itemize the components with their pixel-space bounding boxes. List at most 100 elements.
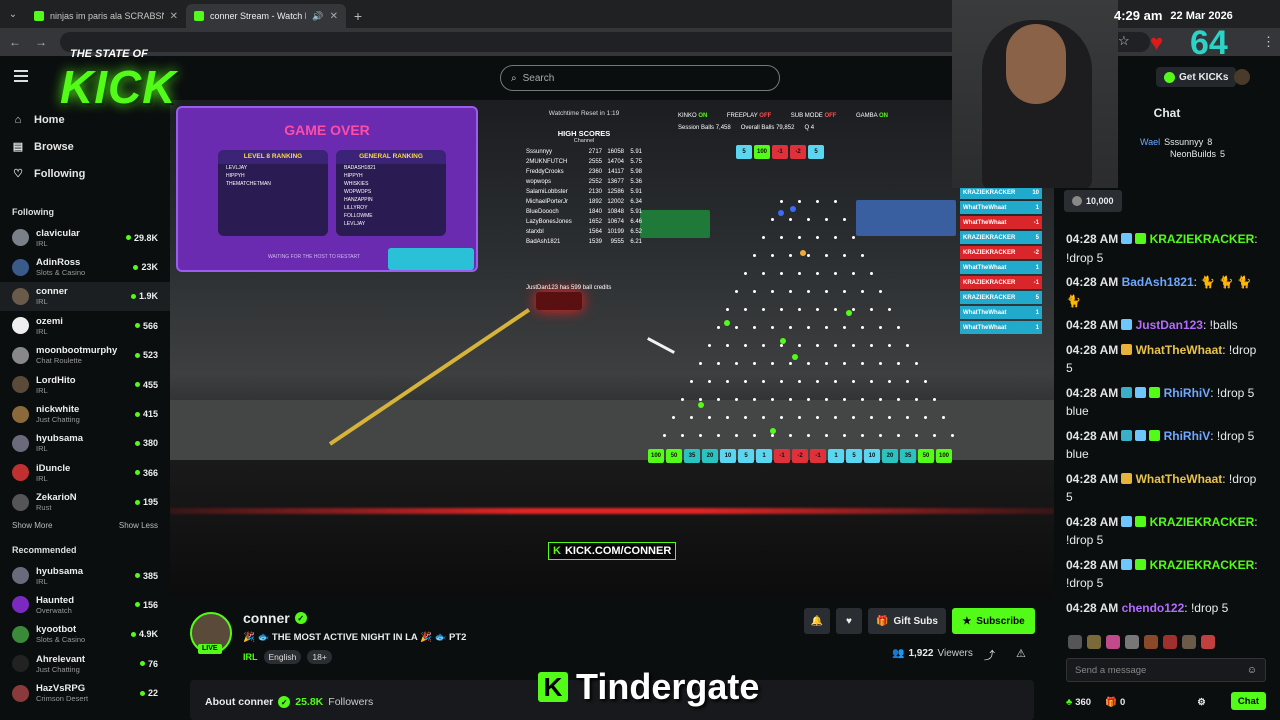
- hamburger-icon[interactable]: [14, 70, 28, 82]
- points-value[interactable]: 360: [1075, 697, 1091, 708]
- close-icon[interactable]: ✕: [330, 11, 338, 22]
- notification-bell-button[interactable]: 🔔: [804, 608, 830, 634]
- emoji-icon[interactable]: ☺: [1247, 665, 1257, 676]
- back-icon[interactable]: ←: [4, 31, 26, 53]
- get-kicks-button[interactable]: Get KICKs: [1156, 67, 1237, 87]
- channel-meta: conner IRL: [36, 286, 131, 306]
- general-ranking-header: GENERAL RANKING: [336, 150, 446, 164]
- high-score-cell: BadAsh1821: [526, 239, 561, 245]
- emote-icon[interactable]: [1144, 635, 1158, 649]
- plinko-peg: [915, 398, 918, 401]
- speaker-icon[interactable]: 🔊: [312, 11, 323, 22]
- star-icon[interactable]: ☆: [1118, 33, 1130, 49]
- plinko-peg: [789, 398, 792, 401]
- streamer-name[interactable]: conner: [243, 610, 290, 626]
- tag-mature[interactable]: 18+: [307, 650, 332, 664]
- chat-username[interactable]: WhatTheWhaat: [1136, 343, 1223, 357]
- high-score-cell: SalamiLobbster: [526, 189, 568, 195]
- chat-input[interactable]: [1075, 664, 1247, 676]
- report-icon[interactable]: ⚠: [1016, 647, 1026, 660]
- search-input[interactable]: [522, 72, 763, 84]
- plinko-peg: [726, 416, 729, 419]
- sidebar-channel-moonbootmurphy[interactable]: moonbootmurphy Chat Roulette 523: [0, 341, 170, 370]
- sidebar-channel-ozemi[interactable]: ozemi IRL 566: [0, 311, 170, 340]
- tag-language[interactable]: English: [263, 650, 302, 664]
- plinko-ball: [770, 428, 776, 434]
- follow-heart-button[interactable]: ♥: [836, 608, 862, 634]
- emote-icon[interactable]: [1106, 635, 1120, 649]
- sidebar-channel-hyubsama[interactable]: hyubsama IRL 385: [0, 561, 170, 590]
- sidebar-channel-hazvsrpg[interactable]: HazVsRPG Crimson Desert 22: [0, 678, 170, 707]
- viewer-count: 29.8K: [126, 233, 158, 243]
- menu-icon[interactable]: ⋮: [1262, 34, 1275, 50]
- show-more-button[interactable]: Show More: [12, 521, 52, 530]
- emote-icon[interactable]: [1087, 635, 1101, 649]
- close-icon[interactable]: ✕: [170, 11, 178, 22]
- sidebar-channel-haunted[interactable]: Haunted Overwatch 156: [0, 590, 170, 619]
- chat-username[interactable]: WhatTheWhaat: [1136, 472, 1223, 486]
- emote-icon[interactable]: [1163, 635, 1177, 649]
- high-score-cell: starxbl: [526, 229, 544, 235]
- tab-search-icon[interactable]: ⌄: [0, 0, 26, 28]
- avatar: [12, 684, 29, 702]
- chat-username[interactable]: KRAZIEKRACKER: [1150, 558, 1255, 572]
- sidebar-channel-lordhito[interactable]: LordHito IRL 455: [0, 370, 170, 399]
- chat-username[interactable]: JustDan123: [1136, 318, 1203, 332]
- stream-info: LIVE conner ✓ 🎉 🐟 THE MOST ACTIVE NIGHT …: [170, 598, 1054, 720]
- search-bar[interactable]: ⌕: [500, 65, 780, 91]
- drop-event-user: WhatTheWhaat: [963, 219, 1007, 226]
- avatar: [12, 625, 29, 643]
- channel-category: Crimson Desert: [36, 694, 89, 704]
- channel-category: IRL: [36, 473, 48, 483]
- sidebar-channel-ahrelevant[interactable]: Ahrelevant Just Chatting 76: [0, 649, 170, 678]
- sidebar-channel-nickwhite[interactable]: nickwhite Just Chatting 415: [0, 399, 170, 428]
- channel-category: Just Chatting: [36, 664, 80, 674]
- browser-tab-2[interactable]: conner Stream - Watch Live 🔊 ✕: [186, 4, 346, 28]
- emote-icon[interactable]: [1182, 635, 1196, 649]
- sidebar-channel-conner[interactable]: conner IRL 1.9K: [0, 281, 170, 312]
- sidebar-channel-kyootbot[interactable]: kyootbot Slots & Casino 4.9K: [0, 620, 170, 649]
- gifts-value[interactable]: 0: [1120, 697, 1125, 708]
- chat-username[interactable]: KRAZIEKRACKER: [1150, 232, 1255, 246]
- video-player[interactable]: GAME OVER LEVEL 8 RANKING LEVLJAY HIPPYH T…: [170, 100, 1054, 598]
- stream-category[interactable]: IRL: [243, 652, 258, 662]
- drop-event-value: 5: [1035, 234, 1039, 241]
- plinko-peg: [843, 218, 846, 221]
- plinko-slot: 5: [738, 449, 754, 463]
- emote-icon[interactable]: [1068, 635, 1082, 649]
- high-score-cell: 12586: [607, 189, 624, 195]
- high-score-cell: Sssunnyy: [526, 149, 553, 155]
- settings-icon[interactable]: ⚙: [1197, 697, 1206, 708]
- chat-username[interactable]: RhiRhiV: [1164, 429, 1211, 443]
- show-less-button[interactable]: Show Less: [119, 521, 158, 530]
- chat-username[interactable]: RhiRhiV: [1164, 386, 1211, 400]
- share-icon[interactable]: ⤴: [984, 647, 995, 663]
- drop-events: KRAZIEKRACKER 10 WhatTheWhaat 1 WhatTheWhaat…: [960, 186, 1042, 336]
- chat-badge-icon: [1135, 233, 1147, 244]
- new-tab-button[interactable]: +: [346, 4, 370, 28]
- sidebar-channel-iduncle[interactable]: iDuncle IRL 366: [0, 458, 170, 487]
- avatar[interactable]: [1234, 69, 1250, 85]
- kicks-coin-icon: [1164, 71, 1175, 83]
- plinko-slot: 20: [882, 449, 898, 463]
- plinko-peg: [789, 218, 792, 221]
- chat-username[interactable]: chendo122: [1122, 601, 1185, 615]
- browser-tab-1[interactable]: ninjas im paris ala SCRABSNYC ✕: [26, 4, 186, 28]
- chat-input-box[interactable]: ☺: [1066, 658, 1266, 682]
- sidebar-item-label: Following: [34, 167, 86, 180]
- plinko-peg: [924, 380, 927, 383]
- chat-username[interactable]: BadAsh1821: [1122, 275, 1194, 289]
- emote-icon[interactable]: [1201, 635, 1215, 649]
- chat-username[interactable]: KRAZIEKRACKER: [1150, 515, 1255, 529]
- gift-subs-button[interactable]: 🎁 Gift Subs: [868, 608, 946, 634]
- sidebar-channel-adinross[interactable]: AdinRoss Slots & Casino 23K: [0, 252, 170, 281]
- chat-send-button[interactable]: Chat: [1230, 692, 1266, 710]
- plinko-peg: [789, 434, 792, 437]
- emote-icon[interactable]: [1125, 635, 1139, 649]
- sidebar-channel-clavicular[interactable]: clavicular IRL 29.8K: [0, 223, 170, 252]
- sidebar-channel-zekarion[interactable]: ZekarioN Rust 195: [0, 488, 170, 517]
- sidebar-channel-hyubsama[interactable]: hyubsama IRL 380: [0, 429, 170, 458]
- plinko-peg: [816, 272, 819, 275]
- subscribe-button[interactable]: ★ Subscribe: [952, 608, 1035, 634]
- sidebar-item-following[interactable]: ♡ Following: [12, 160, 158, 187]
